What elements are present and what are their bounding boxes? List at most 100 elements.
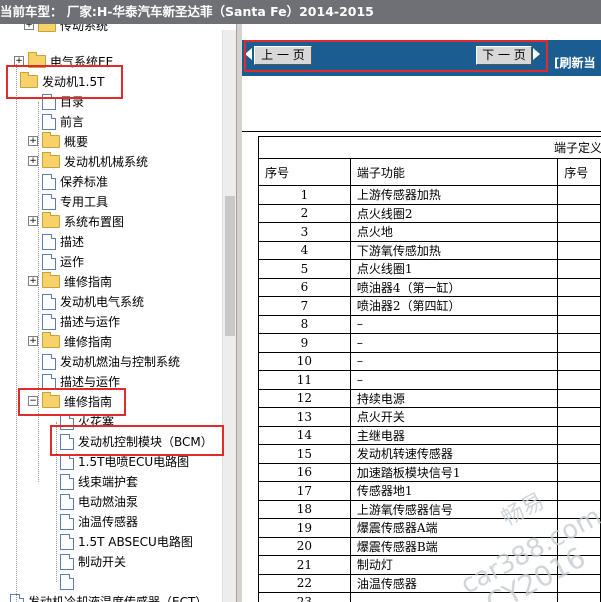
tree-item-label: 维修指南: [64, 334, 113, 349]
pin-function-cell: 喷油器2（第四缸）: [349, 296, 559, 316]
pin-number-cell: 21: [258, 555, 351, 575]
tree-item[interactable]: + 系统布置图: [28, 211, 124, 231]
table-row: 2 点火线圈2: [258, 203, 601, 223]
pin-number-cell: 3: [258, 222, 351, 242]
tree-item[interactable]: + 维修指南: [28, 331, 113, 351]
pin-number-cell-2: [557, 222, 601, 242]
pin-function-cell: 喷油器4（第一缸）: [349, 277, 559, 297]
highlight-ecm-node: [50, 425, 224, 456]
tree-item[interactable]: 运作: [42, 251, 84, 271]
tree-item[interactable]: 发动机燃油与控制系统: [42, 351, 180, 371]
pin-number-cell-2: [557, 277, 601, 297]
pin-number-cell: 11: [258, 370, 351, 390]
tree-item-label: 电动燃油泵: [78, 494, 139, 509]
tree-item[interactable]: 1.5T ABSECU电路图: [60, 531, 193, 551]
tree-item[interactable]: 前言: [42, 111, 84, 131]
tree-item[interactable]: 制动开关: [60, 551, 126, 571]
top-rule: [242, 131, 601, 132]
table-row: 16 加速踏板模块信号1: [258, 462, 601, 482]
pin-function-cell: 持续电源: [349, 388, 559, 408]
tree-item-label: 描述与运作: [60, 314, 121, 329]
folder-icon: [42, 152, 60, 168]
tree-item[interactable]: 保养标准: [42, 171, 108, 191]
pin-number-cell-2: [557, 592, 601, 602]
tree-item[interactable]: 描述: [42, 231, 84, 251]
expand-icon[interactable]: +: [28, 276, 38, 286]
tree-item[interactable]: + 传动系统: [24, 24, 109, 35]
table-row: 23: [258, 592, 601, 602]
pin-number-cell-2: [557, 240, 601, 260]
page-icon: [42, 193, 56, 210]
page-icon: [42, 353, 56, 370]
pin-function-cell: –: [349, 314, 559, 334]
pin-function-cell: –: [349, 333, 559, 353]
pin-function-cell: 发动机转速传感器: [349, 444, 559, 464]
pin-number-cell: 22: [258, 573, 351, 593]
expand-icon[interactable]: +: [28, 336, 38, 346]
page-icon: [42, 173, 56, 190]
pin-number-cell: 20: [258, 536, 351, 556]
tree-item[interactable]: 发动机冷却液温度传感器（ECT）: [10, 591, 207, 602]
tree-item[interactable]: 线束端护套: [60, 471, 138, 491]
pin-function-cell: 点火线圈1: [349, 259, 559, 279]
table-row: 6 喷油器4（第一缸）: [258, 277, 601, 297]
pin-number-cell-2: [557, 185, 601, 205]
tree-item-label: 发动机燃油与控制系统: [60, 354, 181, 369]
tree-panel: + 传动系统 + 电气系统EE 发动机1.5T 目录 前言 + 概要 + 发动机机械系统 保养标准 专用…: [0, 24, 234, 602]
table-caption-text: 端子定义: [553, 141, 601, 155]
pin-number-cell: 4: [258, 240, 351, 260]
tree-scrollbar-thumb[interactable]: [225, 196, 235, 336]
table-caption: 端子定义: [258, 136, 601, 158]
folder-icon: [42, 332, 60, 348]
expand-icon[interactable]: +: [28, 136, 38, 146]
tree-item-label: 传动系统: [60, 24, 109, 33]
pin-number-cell-2: [557, 296, 601, 316]
pin-number-cell: 6: [258, 277, 351, 297]
pin-number-cell: 14: [258, 425, 351, 445]
table-row: 13 点火开关: [258, 407, 601, 427]
pin-number-cell: 13: [258, 407, 351, 427]
table-row: 15 发动机转速传感器: [258, 444, 601, 464]
tree-item[interactable]: 油温传感器: [60, 511, 138, 531]
tree-item-label: 维修指南: [64, 274, 113, 289]
tree-item[interactable]: + 维修指南: [28, 271, 113, 291]
tree-item[interactable]: 描述与运作: [42, 311, 120, 331]
table-row: 4 下游氧传感加热: [258, 240, 601, 260]
tree-item-label: 发动机机械系统: [64, 154, 149, 169]
page-icon: [60, 473, 74, 490]
table-row: 10–: [258, 351, 601, 371]
pin-number-cell-2: [557, 351, 601, 371]
highlight-repair-guide-node: [18, 388, 126, 416]
tree-item[interactable]: + 概要: [28, 131, 88, 151]
tree-guide-line: [38, 102, 39, 482]
tree-item[interactable]: 发动机电气系统: [42, 291, 144, 311]
table-row: 12 持续电源: [258, 388, 601, 408]
highlight-engine-node: [6, 65, 123, 99]
expand-icon[interactable]: +: [24, 24, 34, 30]
pin-number-cell-2: [557, 314, 601, 334]
pin-number-cell-2: [557, 462, 601, 482]
tree-item[interactable]: [60, 571, 78, 591]
page-icon: [42, 113, 56, 130]
table-row: 1 上游传感器加热: [258, 185, 601, 205]
folder-icon: [42, 212, 60, 228]
tree-item-label: 制动开关: [78, 554, 127, 569]
expand-icon[interactable]: +: [28, 216, 38, 226]
tree-item-label: 油温传感器: [78, 514, 139, 529]
pin-number-cell: 5: [258, 259, 351, 279]
window-title: 当前车型： 厂家:H-华泰汽车新圣达菲（Santa Fe）2014-2015: [0, 0, 601, 24]
tree-item[interactable]: 电动燃油泵: [60, 491, 138, 511]
tree-item[interactable]: 专用工具: [42, 191, 108, 211]
expand-icon[interactable]: +: [28, 156, 38, 166]
table-row: 5 点火线圈1: [258, 259, 601, 279]
pin-number-cell-2: [557, 203, 601, 223]
pin-function-cell: 点火地: [349, 222, 559, 242]
tree-scrollbar[interactable]: [222, 30, 237, 602]
tree-item[interactable]: + 发动机机械系统: [28, 151, 149, 171]
page-icon: [60, 573, 74, 590]
tree-item-label: 描述: [60, 234, 85, 249]
pin-number-cell: 12: [258, 388, 351, 408]
refresh-link[interactable]: [刷新当: [554, 54, 596, 71]
tree-guide-line: [16, 64, 17, 602]
pin-number-cell: 7: [258, 296, 351, 316]
